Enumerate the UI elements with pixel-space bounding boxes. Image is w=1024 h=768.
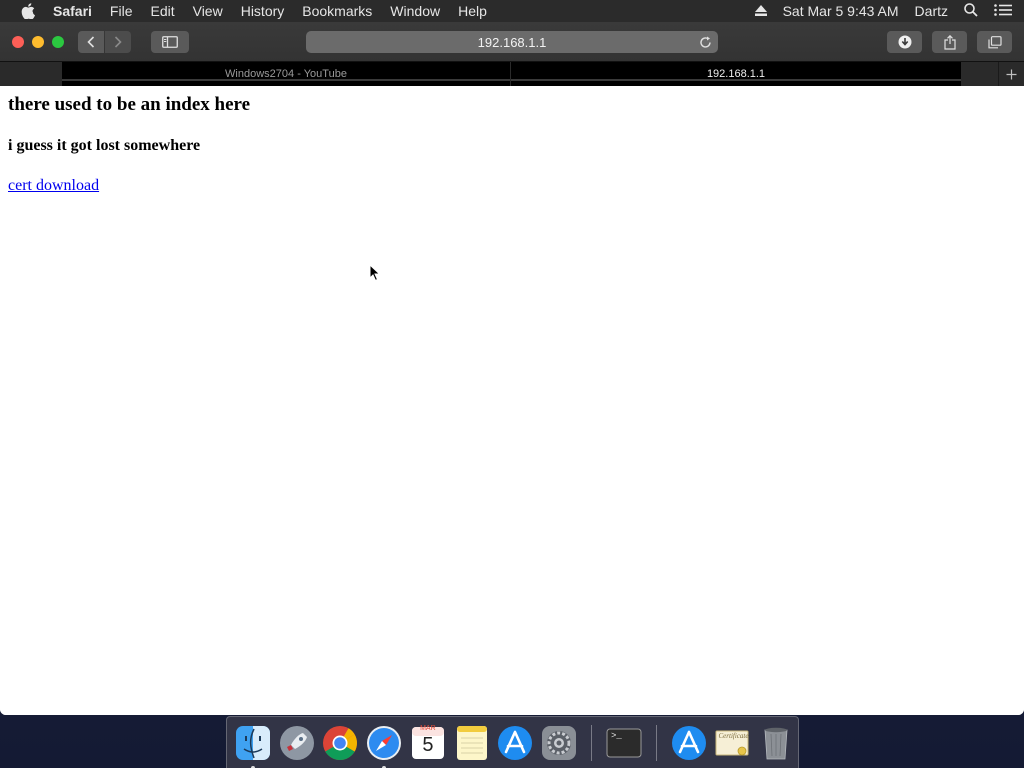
mouse-cursor-icon — [369, 264, 381, 282]
dock-app-store[interactable] — [496, 723, 536, 763]
dock-finder[interactable] — [233, 723, 273, 768]
dock-terminal[interactable]: >_ — [604, 723, 644, 763]
reload-button[interactable] — [697, 34, 713, 50]
tab-bar: Windows2704 - YouTube 192.168.1.1 — [0, 61, 1024, 86]
safari-compass-icon — [367, 725, 402, 760]
toolbar-right-buttons — [877, 31, 1012, 53]
menu-view[interactable]: View — [193, 3, 223, 19]
dock-trash[interactable] — [756, 723, 796, 763]
address-text: 192.168.1.1 — [477, 34, 547, 50]
menu-history[interactable]: History — [241, 3, 285, 19]
tab-bar-spacer — [0, 62, 62, 86]
dock-certificate[interactable]: Certificate — [713, 723, 753, 763]
clock[interactable]: Sat Mar 5 9:43 AM — [783, 3, 899, 19]
page-subheading: i guess it got lost somewhere — [8, 137, 201, 154]
downloads-button[interactable] — [887, 31, 922, 53]
forward-button[interactable] — [105, 30, 131, 53]
dock-system-preferences[interactable] — [539, 723, 579, 763]
share-button[interactable] — [932, 31, 967, 53]
dock-separator — [591, 724, 592, 761]
address-bar[interactable]: 192.168.1.1 — [306, 31, 718, 53]
minimize-window-button[interactable] — [32, 35, 44, 48]
terminal-prompt: >_ — [611, 730, 622, 741]
trash-icon — [764, 727, 788, 759]
dock-launchpad[interactable] — [277, 723, 317, 763]
dock-safari[interactable] — [364, 723, 404, 768]
notes-icon — [456, 725, 487, 760]
certificate-label: Certificate — [718, 731, 749, 740]
calendar-day: 5 — [422, 733, 434, 756]
launchpad-rocket-icon — [279, 725, 314, 760]
window-controls — [12, 35, 72, 48]
dock-notes[interactable] — [452, 723, 492, 763]
tab-router[interactable]: 192.168.1.1 — [511, 62, 962, 86]
menu-app-name[interactable]: Safari — [53, 3, 92, 19]
notification-center-icon[interactable] — [994, 3, 1012, 19]
new-tab-button[interactable] — [998, 62, 1024, 86]
spotlight-search-icon[interactable] — [964, 2, 978, 20]
dock-chrome[interactable] — [321, 723, 361, 763]
menu-file[interactable]: File — [110, 3, 133, 19]
menu-edit[interactable]: Edit — [150, 3, 174, 19]
navigation-buttons — [78, 30, 131, 53]
menu-help[interactable]: Help — [458, 3, 487, 19]
page-heading: there used to be an index here — [8, 94, 251, 115]
user-name[interactable]: Dartz — [915, 3, 948, 19]
web-page-content: there used to be an index here i guess i… — [0, 86, 1024, 715]
close-window-button[interactable] — [12, 35, 24, 48]
chrome-icon — [323, 725, 358, 760]
toolbar: 192.168.1.1 — [0, 22, 1024, 61]
apple-menu-icon[interactable] — [21, 3, 37, 19]
menu-bar: Safari File Edit View History Bookmarks … — [0, 0, 1024, 22]
tab-label: Windows2704 - YouTube — [225, 68, 347, 80]
safari-window: 192.168.1.1 Windows2704 - YouTube 192.16… — [0, 22, 1024, 715]
tabs-overview-icon — [987, 35, 1002, 48]
back-button[interactable] — [78, 30, 104, 53]
app-store-icon — [498, 725, 533, 760]
dock-calendar[interactable]: MAR 5 — [408, 723, 448, 763]
cert-download-link[interactable]: cert download — [8, 177, 99, 195]
system-preferences-gear-icon — [542, 725, 577, 760]
download-icon — [898, 35, 911, 49]
sidebar-icon — [162, 35, 178, 48]
tab-bar-spacer-end — [962, 62, 998, 86]
calendar-month: MAR — [420, 724, 436, 732]
zoom-window-button[interactable] — [52, 35, 64, 48]
menu-bookmarks[interactable]: Bookmarks — [302, 3, 372, 19]
tab-youtube[interactable]: Windows2704 - YouTube — [62, 62, 511, 86]
dock: MAR 5 >_ Certificate — [226, 716, 799, 768]
eject-icon[interactable] — [754, 3, 767, 19]
tab-label: 192.168.1.1 — [706, 68, 766, 80]
finder-icon — [235, 725, 270, 760]
chevron-left-icon — [87, 35, 95, 48]
certificate-icon — [715, 730, 749, 755]
sidebar-toggle-button[interactable] — [151, 30, 189, 53]
reload-icon — [699, 36, 711, 48]
dock-separator — [655, 724, 657, 761]
plus-icon — [1006, 69, 1017, 79]
share-icon — [943, 34, 956, 50]
chevron-right-icon — [114, 35, 122, 48]
app-store-icon — [671, 725, 706, 760]
menu-window[interactable]: Window — [390, 3, 440, 19]
show-all-tabs-button[interactable] — [977, 31, 1012, 53]
dock-app-store-download[interactable] — [669, 723, 709, 763]
